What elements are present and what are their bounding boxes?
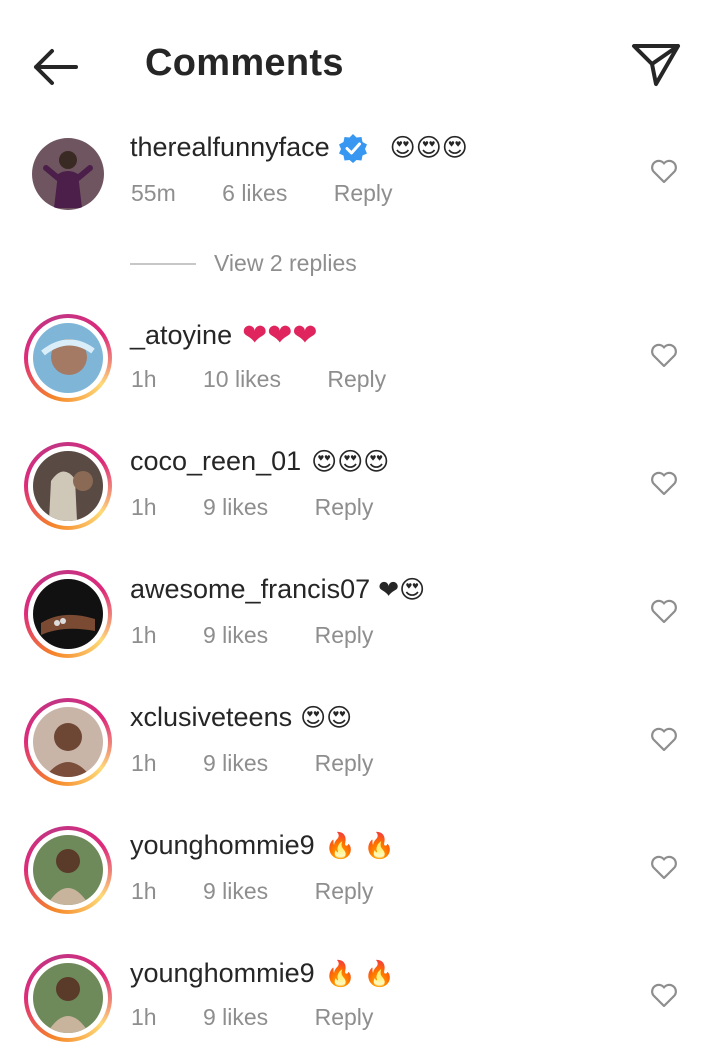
heart-outline-icon[interactable]: [650, 158, 678, 184]
avatar[interactable]: [24, 314, 112, 402]
arrow-left-icon[interactable]: [28, 44, 82, 90]
reply-button[interactable]: Reply: [315, 494, 374, 520]
comment-text: younghommie9 🔥 🔥: [130, 830, 395, 861]
comment-text: younghommie9 🔥 🔥: [130, 958, 395, 989]
comment-time: 1h: [131, 622, 157, 648]
paper-plane-icon[interactable]: [630, 40, 682, 90]
comment-item: _atoyine ❤❤❤ 1h 10 likes Reply: [0, 312, 720, 422]
comment-emojis: 🔥 🔥: [324, 830, 395, 860]
heart-outline-icon[interactable]: [650, 982, 678, 1008]
reply-button[interactable]: Reply: [327, 366, 386, 392]
comment-meta: 55m 6 likes Reply: [131, 180, 393, 207]
reply-button[interactable]: Reply: [334, 180, 393, 206]
avatar[interactable]: [24, 442, 112, 530]
username[interactable]: awesome_francis07: [130, 574, 370, 605]
comment-meta: 1h 9 likes Reply: [131, 878, 373, 905]
like-count[interactable]: 10 likes: [203, 366, 281, 392]
comment-meta: 1h 10 likes Reply: [131, 366, 386, 393]
comment-emojis: 😍😍😍: [389, 133, 468, 162]
like-count[interactable]: 6 likes: [222, 180, 287, 206]
comment-text: coco_reen_01 😍😍😍: [130, 446, 389, 477]
comment-emojis: 😍😍: [300, 703, 353, 732]
reply-button[interactable]: Reply: [315, 1004, 374, 1030]
username[interactable]: _atoyine: [130, 320, 232, 351]
heart-outline-icon[interactable]: [650, 598, 678, 624]
heart-outline-icon[interactable]: [650, 470, 678, 496]
comment-time: 1h: [131, 750, 157, 776]
view-replies-button[interactable]: View 2 replies: [130, 250, 357, 277]
comment-meta: 1h 9 likes Reply: [131, 750, 373, 777]
like-count[interactable]: 9 likes: [203, 1004, 268, 1030]
comment-emojis: 😍😍😍: [311, 447, 390, 476]
like-count[interactable]: 9 likes: [203, 878, 268, 904]
avatar[interactable]: [24, 954, 112, 1042]
comment-time: 1h: [131, 878, 157, 904]
comment-meta: 1h 9 likes Reply: [131, 1004, 373, 1031]
replies-divider: [130, 262, 196, 265]
heart-outline-icon[interactable]: [650, 726, 678, 752]
avatar[interactable]: [32, 138, 104, 210]
comment-text: xclusiveteens 😍😍: [130, 702, 352, 733]
like-count[interactable]: 9 likes: [203, 494, 268, 520]
heart-outline-icon[interactable]: [650, 854, 678, 880]
comment-item: younghommie9 🔥 🔥 1h 9 likes Reply: [0, 952, 720, 1062]
page-title: Comments: [145, 42, 344, 84]
view-replies-label: View 2 replies: [214, 250, 357, 276]
username[interactable]: xclusiveteens: [130, 702, 292, 733]
comment-time: 1h: [131, 366, 157, 392]
username[interactable]: younghommie9: [130, 958, 315, 989]
comment-emojis: ❤❤❤: [242, 319, 318, 352]
comment-text: awesome_francis07 ❤😍: [130, 574, 425, 605]
username[interactable]: coco_reen_01: [130, 446, 301, 477]
header: Comments: [0, 0, 720, 130]
like-count[interactable]: 9 likes: [203, 750, 268, 776]
reply-button[interactable]: Reply: [315, 878, 374, 904]
comment-time: 1h: [131, 1004, 157, 1030]
like-count[interactable]: 9 likes: [203, 622, 268, 648]
comment-time: 55m: [131, 180, 176, 206]
comment-emojis: ❤😍: [378, 575, 426, 604]
reply-button[interactable]: Reply: [315, 622, 374, 648]
comment-text: therealfunnyface 😍😍😍: [130, 132, 468, 163]
reply-button[interactable]: Reply: [315, 750, 374, 776]
comment-meta: 1h 9 likes Reply: [131, 494, 373, 521]
comment-item: younghommie9 🔥 🔥 1h 9 likes Reply: [0, 824, 720, 934]
comment-item: coco_reen_01 😍😍😍 1h 9 likes Reply: [0, 440, 720, 550]
comment-item: awesome_francis07 ❤😍 1h 9 likes Reply: [0, 568, 720, 678]
avatar[interactable]: [24, 698, 112, 786]
comment-emojis: 🔥 🔥: [324, 958, 395, 988]
comment-meta: 1h 9 likes Reply: [131, 622, 373, 649]
avatar[interactable]: [24, 826, 112, 914]
verified-badge-icon: [338, 133, 367, 163]
comment-time: 1h: [131, 494, 157, 520]
comment-item: therealfunnyface 😍😍😍 55m 6 likes Reply: [0, 130, 720, 240]
heart-outline-icon[interactable]: [650, 342, 678, 368]
comment-item: xclusiveteens 😍😍 1h 9 likes Reply: [0, 696, 720, 806]
username[interactable]: younghommie9: [130, 830, 315, 861]
avatar[interactable]: [24, 570, 112, 658]
username[interactable]: therealfunnyface: [130, 132, 330, 163]
comment-text: _atoyine ❤❤❤: [130, 318, 318, 353]
